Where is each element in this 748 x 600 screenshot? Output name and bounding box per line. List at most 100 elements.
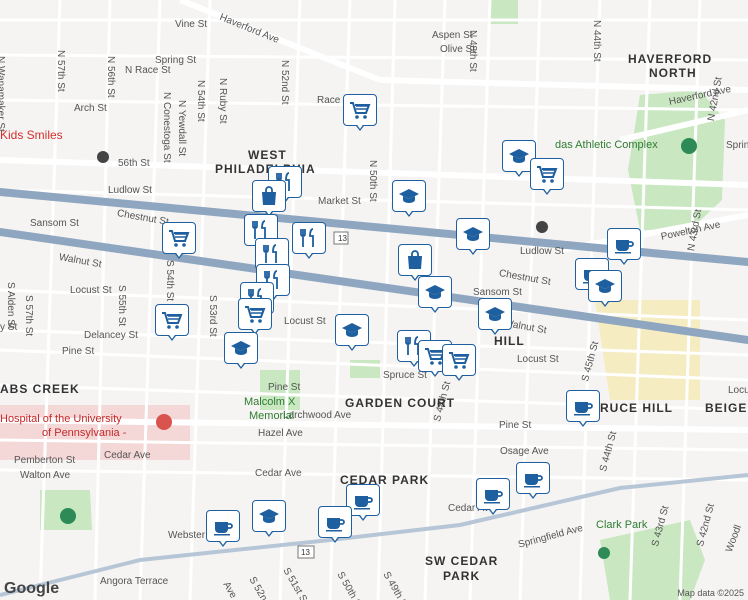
coffee-icon: [326, 518, 345, 532]
coffee-icon: [354, 496, 373, 510]
school-marker[interactable]: [478, 298, 512, 338]
coffee-marker[interactable]: [206, 510, 240, 550]
hospital-pin: [156, 414, 172, 430]
coffee-icon: [615, 240, 634, 254]
street-label: Sprin: [726, 140, 748, 151]
restaurant-icon: [300, 228, 314, 247]
school-icon: [509, 149, 529, 163]
street-label: N 54th St: [195, 80, 206, 122]
school-marker[interactable]: [456, 218, 490, 258]
coffee-icon: [214, 522, 233, 536]
school-icon: [463, 227, 483, 241]
street-label: Hazel Ave: [258, 428, 303, 439]
street-label: Sansom St: [30, 218, 79, 229]
route-shield-label: 13: [301, 548, 310, 557]
restaurant-marker[interactable]: [292, 222, 326, 262]
route-shield-label: 13: [338, 234, 347, 243]
neighborhood-label: ABS CREEK: [0, 382, 80, 396]
street-label: S 57th St: [23, 295, 34, 337]
street-label: Arch St: [74, 103, 107, 114]
school-icon: [425, 285, 445, 299]
street-label: Market St: [318, 196, 361, 207]
neighborhood-label: BEIGE: [705, 401, 748, 415]
grocery-icon: [350, 102, 371, 119]
street-label: Ludlow St: [520, 246, 564, 257]
grocery-marker[interactable]: [155, 304, 189, 344]
coffee-marker[interactable]: [516, 462, 550, 502]
grocery-marker[interactable]: [530, 158, 564, 198]
street-label: Cedar Ave: [104, 450, 151, 461]
street-label: N Wanamaker St: [0, 56, 6, 132]
school-marker[interactable]: [392, 180, 426, 220]
street-label: N Conestoga St: [161, 92, 172, 163]
google-logo: Google: [4, 580, 60, 597]
coffee-icon: [574, 402, 593, 416]
street-label: N Race St: [125, 65, 171, 76]
street-label: N Ruby St: [217, 78, 228, 124]
park-pin: [60, 508, 76, 524]
school-marker[interactable]: [224, 332, 258, 372]
street-label: N 50th St: [367, 160, 378, 202]
street-label: 56th St: [118, 158, 150, 169]
street-label: Osage Ave: [500, 446, 549, 457]
neighborhood-label: WEST: [248, 148, 287, 162]
school-icon: [231, 341, 251, 355]
street-label: S 53rd St: [207, 295, 218, 337]
street-label: Pine St: [499, 420, 532, 431]
coffee-marker[interactable]: [566, 390, 600, 430]
street-label: N 57th St: [55, 50, 66, 92]
street-label: Locust St: [70, 285, 112, 296]
school-marker[interactable]: [252, 500, 286, 540]
coffee-marker[interactable]: [476, 478, 510, 518]
school-marker[interactable]: [335, 314, 369, 354]
coffee-marker[interactable]: [318, 506, 352, 546]
grocery-icon: [449, 352, 470, 369]
street-label: Walton Ave: [20, 470, 71, 481]
coffee-icon: [484, 490, 503, 504]
street-label: Locu: [728, 385, 748, 396]
school-icon: [259, 509, 279, 523]
street-label: S 55th St: [116, 285, 127, 327]
street-label: N 44th St: [591, 20, 602, 62]
grocery-icon: [537, 166, 558, 183]
restaurant-icon: [263, 244, 277, 263]
neighborhood-label: RUCE HILL: [600, 401, 673, 415]
bag-icon: [408, 250, 422, 269]
street-label: Locust St: [517, 354, 559, 365]
street-label: N 56th St: [105, 56, 116, 98]
poi-label: Memorial: [249, 410, 295, 422]
street-label: Angora Terrace: [100, 576, 169, 587]
school-marker[interactable]: [418, 276, 452, 316]
athletic-complex-pin: [681, 138, 697, 154]
neighborhood-label: NORTH: [649, 66, 697, 80]
street-label: Vine St: [175, 19, 208, 30]
poi-label: Clark Park: [596, 519, 648, 531]
street-label: Ludlow St: [108, 185, 152, 196]
grocery-icon: [245, 306, 266, 323]
street-label: Sansom St: [473, 287, 522, 298]
street-label: Pemberton St: [14, 455, 76, 466]
map-data-attribution[interactable]: Map data ©2025: [677, 588, 744, 598]
grocery-icon: [169, 230, 190, 247]
bag-icon: [262, 186, 276, 205]
street-label: S Alden St: [5, 282, 16, 329]
poi-label: Malcolm X: [244, 396, 296, 408]
coffee-icon: [524, 474, 543, 488]
school-icon: [485, 307, 505, 321]
clark-park-pin: [598, 547, 610, 559]
poi-label: das Athletic Complex: [555, 139, 658, 151]
poi-label: Hospital of the University: [0, 413, 122, 425]
street-label: N 48th St: [467, 30, 478, 72]
neighborhood-label: SW CEDAR: [425, 554, 499, 568]
street-label: Pine St: [62, 346, 95, 357]
neighborhood-label: GARDEN COURT: [345, 396, 455, 410]
coffee-marker[interactable]: [607, 228, 641, 268]
map-canvas[interactable]: 13 13 Vine St Haverford Ave Aspen St Olive …: [0, 0, 748, 600]
grocery-marker[interactable]: [442, 344, 476, 384]
school-marker[interactable]: [588, 270, 622, 310]
street-label: Pine St: [268, 382, 301, 393]
grocery-marker[interactable]: [343, 94, 377, 134]
grocery-marker[interactable]: [162, 222, 196, 262]
street-label: N Yewdall St: [176, 100, 187, 157]
grocery-icon: [162, 312, 183, 329]
